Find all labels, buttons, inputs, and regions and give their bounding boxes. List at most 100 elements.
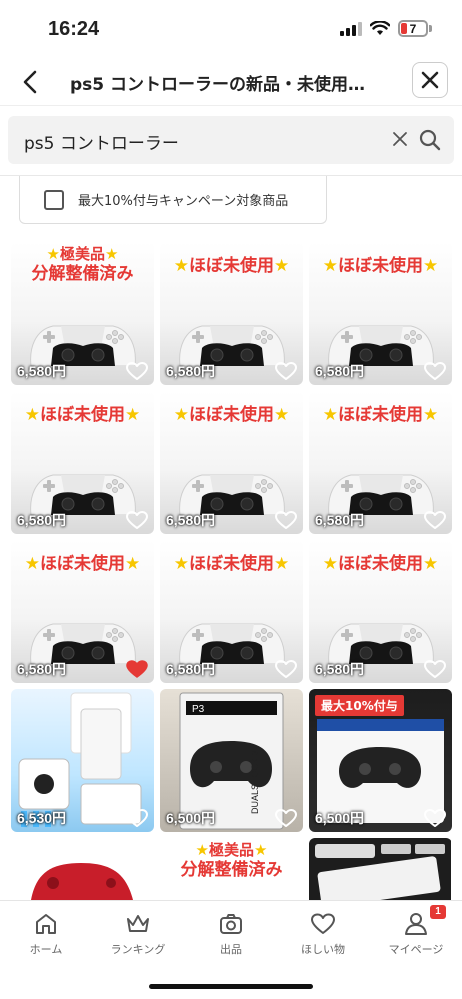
status-bar: 16:24 7 [0, 0, 462, 58]
nav-mypage[interactable]: 1 マイページ [370, 905, 462, 957]
accessory-image [315, 844, 445, 900]
product-banner: ★ほぼ未使用★ [322, 554, 439, 574]
controller-image [29, 474, 136, 515]
product-banner: ★極美品★ 分解整備済み [180, 841, 283, 880]
like-button[interactable] [424, 807, 446, 827]
like-button[interactable] [424, 509, 446, 529]
like-button[interactable] [126, 509, 148, 529]
controller-image [178, 623, 285, 664]
product-card[interactable]: ★ほぼ未使用★ 6,580円 [11, 540, 154, 683]
wifi-icon [370, 21, 390, 35]
box-label-brand: DUALSHOCK 3 [250, 750, 260, 814]
product-price: 6,530円 [17, 810, 67, 826]
status-time: 16:24 [48, 18, 100, 40]
product-card[interactable]: ★ほぼ未使用★ 6,580円 [160, 391, 303, 534]
like-button[interactable] [275, 807, 297, 827]
controller-image [327, 623, 434, 664]
search-input[interactable]: ps5 コントローラー [8, 116, 454, 164]
nav-home-label: ホーム [29, 943, 63, 956]
product-card[interactable]: ★ほぼ未使用★ 6,580円 [160, 242, 303, 385]
product-price: 6,580円 [166, 512, 216, 528]
product-banner: ★ほぼ未使用★ [24, 405, 141, 425]
product-banner: ★ほぼ未使用★ [173, 554, 290, 574]
product-banner: ★ほぼ未使用★ [322, 405, 439, 425]
chevron-left-icon [23, 70, 37, 94]
controller-image [327, 325, 434, 366]
box-label-p3: P3 [192, 704, 205, 715]
nav-sell[interactable]: 出品 [185, 911, 277, 957]
product-price: 6,580円 [166, 363, 216, 379]
product-banner: ★ほぼ未使用★ [173, 256, 290, 276]
nav-ranking[interactable]: ランキング [92, 911, 184, 957]
product-grid-partial-row: ★極美品★ 分解整備済み [11, 838, 451, 900]
like-button[interactable] [275, 509, 297, 529]
controller-image [29, 325, 136, 366]
like-button[interactable] [424, 658, 446, 678]
signal-icon [340, 21, 362, 36]
user-icon [405, 913, 427, 935]
crown-icon [127, 915, 149, 932]
clear-search-button[interactable] [390, 129, 410, 149]
product-card[interactable] [309, 838, 451, 900]
product-price: 6,500円 [315, 810, 365, 826]
campaign-checkbox[interactable] [44, 189, 64, 210]
nav-mypage-label: マイページ [388, 943, 444, 956]
search-query[interactable]: ps5 コントローラー [24, 129, 179, 154]
back-button[interactable] [12, 64, 48, 100]
like-button[interactable] [126, 360, 148, 380]
product-card[interactable]: P3 DUALSHOCK 3 6,500円 [160, 689, 303, 832]
controller-image [29, 623, 136, 664]
status-icons: 7 [340, 20, 432, 37]
product-card[interactable]: ★ほぼ未使用★ 6,580円 [309, 540, 452, 683]
campaign-filter[interactable]: 最大10%付与キャンペーン対象商品 [19, 176, 327, 224]
product-banner: ★ほぼ未使用★ [24, 554, 141, 574]
product-card[interactable]: 最大10%付与 6,500円 [309, 689, 452, 832]
promo-badge: 最大10%付与 [315, 695, 404, 716]
controller-image [178, 474, 285, 515]
battery-icon: 7 [398, 20, 432, 37]
close-icon [421, 71, 439, 89]
home-icon [36, 914, 56, 934]
nav-wishlist[interactable]: ほしい物 [277, 911, 369, 957]
nav-ranking-label: ランキング [110, 943, 166, 956]
product-price: 6,580円 [166, 661, 216, 677]
product-price: 6,580円 [17, 363, 67, 379]
like-button[interactable] [126, 658, 148, 678]
product-card[interactable]: ★ほぼ未使用★ 6,580円 [160, 540, 303, 683]
product-card[interactable] [11, 838, 154, 900]
product-price: 6,580円 [17, 512, 67, 528]
product-card[interactable]: ★極美品★ 分解整備済み 6,580円 [11, 242, 154, 385]
product-card[interactable]: 6,530円 [11, 689, 154, 832]
nav-home[interactable]: ホーム [0, 911, 92, 957]
product-card[interactable]: ★ほぼ未使用★ 6,580円 [11, 391, 154, 534]
red-controller-image [31, 863, 133, 900]
like-button[interactable] [126, 807, 148, 827]
home-indicator [149, 984, 313, 989]
campaign-filter-label: 最大10%付与キャンペーン対象商品 [78, 194, 289, 209]
product-price: 6,580円 [315, 661, 365, 677]
close-button[interactable] [412, 62, 448, 98]
notification-badge: 1 [430, 905, 446, 919]
like-button[interactable] [275, 658, 297, 678]
battery-level: 7 [409, 21, 417, 36]
like-button[interactable] [424, 360, 446, 380]
page-title: ps5 コントローラーの新品・未使用… [70, 75, 366, 95]
like-button[interactable] [275, 360, 297, 380]
product-price: 6,500円 [166, 810, 216, 826]
product-card[interactable]: ★極美品★ 分解整備済み [160, 838, 303, 900]
header: ps5 コントローラーの新品・未使用… [0, 58, 462, 106]
product-card[interactable]: ★ほぼ未使用★ 6,580円 [309, 242, 452, 385]
search-icon[interactable] [418, 128, 442, 152]
product-banner: ★ほぼ未使用★ [173, 405, 290, 425]
product-card[interactable]: ★ほぼ未使用★ 6,580円 [309, 391, 452, 534]
product-price: 6,580円 [315, 512, 365, 528]
controller-image [327, 474, 434, 515]
nav-sell-label: 出品 [220, 943, 242, 956]
product-price: 6,580円 [17, 661, 67, 677]
product-price: 6,580円 [315, 363, 365, 379]
controller-image [178, 325, 285, 366]
heart-icon [311, 913, 335, 934]
product-grid: ★極美品★ 分解整備済み 6,580円 ★ほぼ未使用★ 6,580円 ★ほぼ未使用★ … [11, 242, 452, 832]
bottom-nav: ホーム ランキング 出品 ほしい物 1 マイページ [0, 900, 462, 999]
product-banner: ★ほぼ未使用★ [322, 256, 439, 276]
